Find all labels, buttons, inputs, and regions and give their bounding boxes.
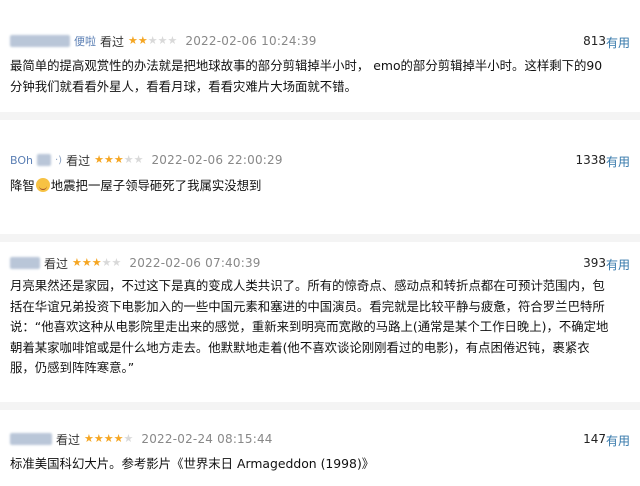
review-item: 看过 ★ ★ ★ ★ ★ 2022-02-06 07:40:39 393 有用 月亮果然… (0, 242, 640, 400)
star-filled-icon: ★ (113, 153, 124, 166)
useful-button[interactable]: 有用 (606, 153, 630, 170)
star-empty-icon: ★ (147, 34, 158, 47)
star-filled-icon: ★ (128, 34, 138, 47)
divider (0, 234, 640, 242)
vote-count: 813 (583, 34, 606, 48)
review-text: 标准美国科幻大片。参考影片《世界末日 Armageddon (1998)》 (10, 456, 375, 471)
review-meta: BOh ·) 看过 ★ ★ ★ ★ ★ 2022-02-06 22:00:29 (10, 149, 283, 171)
review-text-part: 地震把一屋子领导砸死了我属实没想到 (50, 178, 262, 193)
watch-status: 看过 (66, 153, 91, 168)
divider (0, 112, 640, 120)
star-empty-icon: ★ (157, 34, 168, 47)
avatar-blur (10, 257, 40, 269)
star-filled-icon: ★ (81, 256, 92, 269)
useful-button[interactable]: 有用 (606, 256, 630, 273)
review-meta: 看过 ★ ★ ★ ★ ★ 2022-02-24 08:15:44 (10, 428, 273, 450)
watch-status: 看过 (56, 432, 81, 447)
vote-count: 147 (583, 432, 606, 446)
username-link[interactable]: BOh (10, 154, 33, 167)
review-meta: 看过 ★ ★ ★ ★ ★ 2022-02-06 07:40:39 (10, 252, 261, 274)
rating-stars: ★ ★ ★ ★ ★ (94, 154, 143, 166)
review-text: 降智 地震把一屋子领导砸死了我属实没想到 (10, 176, 610, 197)
star-empty-icon: ★ (111, 256, 122, 269)
review-item: 看过 ★ ★ ★ ★ ★ 2022-02-24 08:15:44 147 有用 标准美国… (0, 410, 640, 486)
star-filled-icon: ★ (93, 432, 104, 445)
star-filled-icon: ★ (103, 432, 114, 445)
emoticon-icon: ·) (54, 154, 63, 166)
avatar-blur (10, 35, 70, 47)
review-text: 最简单的提高观赏性的办法就是把地球故事的部分剪辑掉半小时， emo的部分剪辑掉半… (10, 58, 603, 94)
review-text: 月亮果然还是家园，不过这下是真的变成人类共识了。所有的惊奇点、感动点和转折点都在… (10, 278, 609, 375)
star-empty-icon: ★ (133, 153, 144, 166)
star-filled-icon: ★ (84, 432, 94, 445)
rating-stars: ★ ★ ★ ★ ★ (128, 35, 177, 47)
star-empty-icon: ★ (167, 34, 178, 47)
star-filled-icon: ★ (137, 34, 148, 47)
rating-stars: ★ ★ ★ ★ ★ (72, 257, 121, 269)
avatar-blur (36, 154, 51, 166)
review-time: 2022-02-24 08:15:44 (141, 432, 273, 446)
star-filled-icon: ★ (103, 153, 114, 166)
username-link[interactable]: 便啦 (74, 33, 96, 49)
watch-status: 看过 (44, 256, 69, 271)
vote-count: 1338 (575, 153, 606, 167)
useful-button[interactable]: 有用 (606, 34, 630, 51)
rating-stars: ★ ★ ★ ★ ★ (84, 433, 133, 445)
review-time: 2022-02-06 10:24:39 (185, 34, 317, 48)
avatar-blur (10, 433, 52, 445)
watch-status: 看过 (100, 34, 125, 49)
review-item: BOh ·) 看过 ★ ★ ★ ★ ★ 2022-02-06 22:00:29 1338… (0, 120, 640, 230)
star-filled-icon: ★ (94, 153, 104, 166)
star-filled-icon: ★ (91, 256, 102, 269)
star-empty-icon: ★ (123, 153, 134, 166)
review-time: 2022-02-06 07:40:39 (129, 256, 261, 270)
grinning-face-icon (35, 178, 50, 192)
star-empty-icon: ★ (101, 256, 112, 269)
useful-button[interactable]: 有用 (606, 432, 630, 449)
review-time: 2022-02-06 22:00:29 (151, 153, 283, 167)
review-meta: 便啦 看过 ★ ★ ★ ★ ★ 2022-02-06 10:24:39 (10, 30, 317, 52)
divider (0, 402, 640, 410)
review-text-part: 降智 (10, 178, 35, 193)
star-empty-icon: ★ (123, 432, 134, 445)
review-item: 便啦 看过 ★ ★ ★ ★ ★ 2022-02-06 10:24:39 813 有用 最… (0, 0, 640, 110)
star-filled-icon: ★ (113, 432, 124, 445)
star-filled-icon: ★ (72, 256, 82, 269)
vote-count: 393 (583, 256, 606, 270)
